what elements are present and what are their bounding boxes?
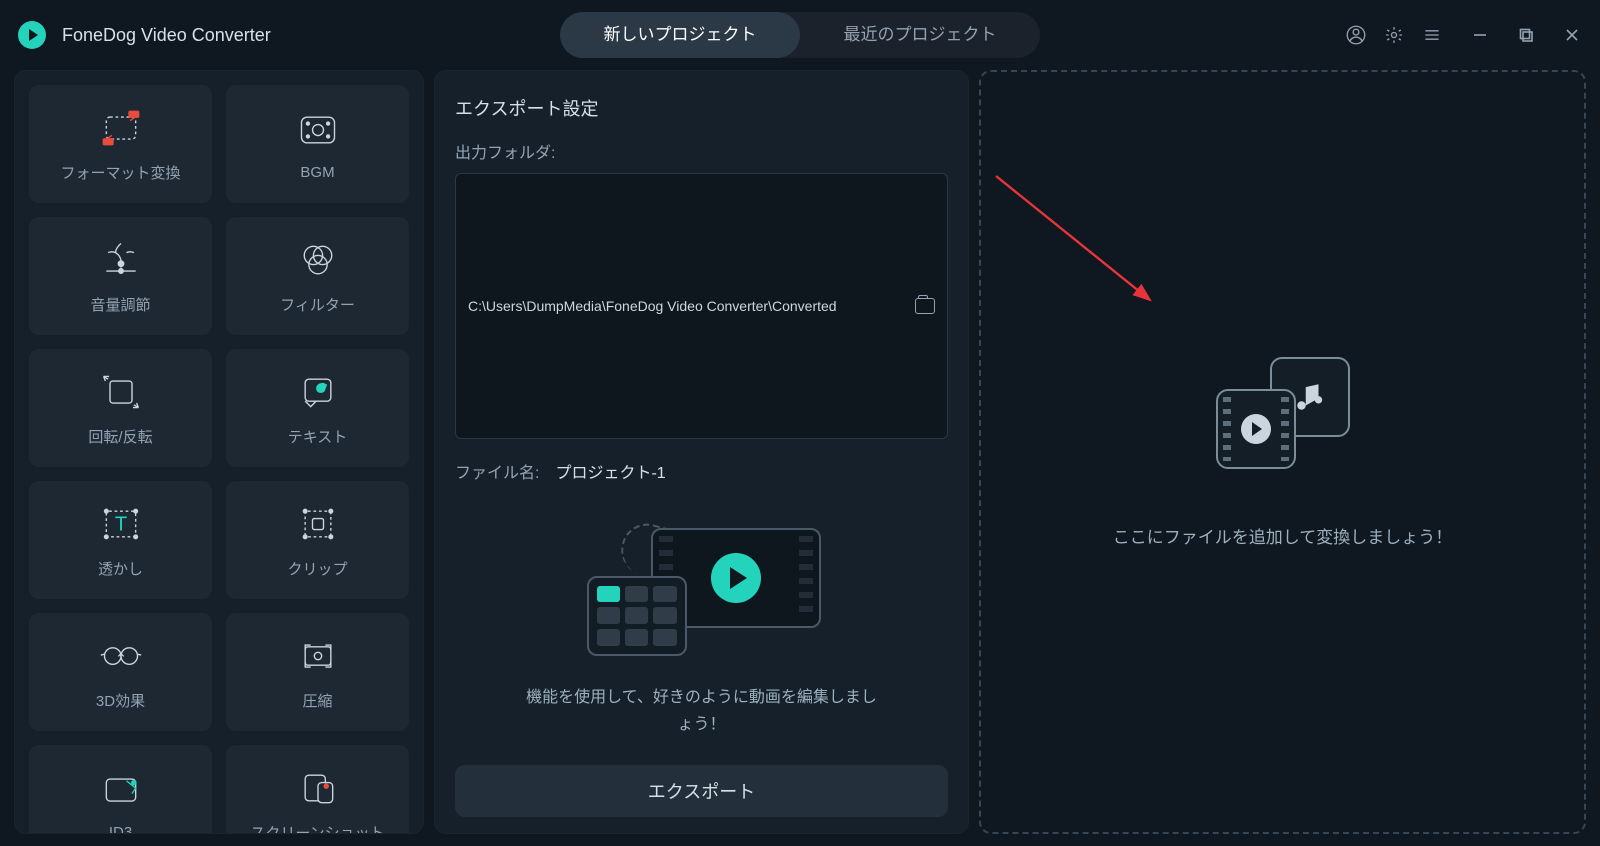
music-note-icon — [1293, 377, 1327, 417]
volume-icon — [99, 238, 143, 282]
screenshot-icon — [296, 766, 340, 810]
tool-label: 音量調節 — [90, 294, 150, 315]
window-maximize[interactable] — [1516, 25, 1536, 45]
tool-volume[interactable]: 音量調節 — [29, 217, 212, 335]
tool-label: ID3 — [109, 824, 132, 835]
export-button[interactable]: エクスポート — [455, 765, 948, 817]
glasses-3d-icon — [99, 634, 143, 678]
tool-label: フィルター — [280, 294, 355, 315]
export-settings-panel: エクスポート設定 出力フォルダ: C:\Users\DumpMedia\Fone… — [434, 70, 969, 834]
editor-placeholder: 機能を使用して、好きのように動画を編集しましょう！ — [455, 501, 948, 765]
play-mini-icon — [1241, 414, 1271, 444]
dropzone-illustration — [1216, 357, 1350, 469]
tool-rotate-flip[interactable]: 回転/反転 — [29, 349, 212, 467]
dropzone-text: ここにファイルを追加して変換しましょう！ — [1113, 523, 1453, 548]
file-dropzone[interactable]: ここにファイルを追加して変換しましょう！ — [979, 70, 1586, 834]
window-close[interactable] — [1562, 25, 1582, 45]
tool-compress[interactable]: 圧縮 — [226, 613, 409, 731]
svg-text:T: T — [114, 513, 126, 535]
tools-sidebar: フォーマット変換 BGM 音量調節 フィルター 回転/反転 — [14, 70, 424, 834]
tool-3d-effect[interactable]: 3D効果 — [29, 613, 212, 731]
tool-filter[interactable]: フィルター — [226, 217, 409, 335]
editor-illustration — [577, 528, 827, 658]
tool-label: 透かし — [98, 558, 143, 579]
tool-screenshot[interactable]: スクリーンショット — [226, 745, 409, 834]
tab-new-project[interactable]: 新しいプロジェクト — [560, 12, 800, 58]
filter-icon — [296, 238, 340, 282]
tool-label: スクリーンショット — [250, 822, 384, 835]
tool-clip[interactable]: クリップ — [226, 481, 409, 599]
tool-label: 回転/反転 — [88, 426, 152, 447]
app-title: FoneDog Video Converter — [62, 25, 271, 46]
text-icon — [296, 370, 340, 414]
tool-label: 圧縮 — [302, 690, 332, 711]
app-logo-icon — [18, 21, 46, 49]
export-settings-title: エクスポート設定 — [455, 95, 948, 121]
tool-watermark[interactable]: T 透かし — [29, 481, 212, 599]
tool-bgm[interactable]: BGM — [226, 85, 409, 203]
tool-label: 3D効果 — [96, 690, 145, 711]
account-icon[interactable] — [1344, 23, 1368, 47]
output-folder-path: C:\Users\DumpMedia\FoneDog Video Convert… — [468, 298, 905, 314]
rotate-flip-icon — [99, 370, 143, 414]
file-name-input[interactable] — [555, 462, 762, 480]
play-icon — [711, 553, 761, 603]
tab-recent-projects[interactable]: 最近のプロジェクト — [800, 12, 1040, 58]
watermark-icon: T — [99, 502, 143, 546]
output-folder-label: 出力フォルダ: — [455, 139, 948, 163]
gear-icon[interactable] — [1382, 23, 1406, 47]
tool-text[interactable]: テキスト — [226, 349, 409, 467]
window-minimize[interactable] — [1470, 25, 1490, 45]
tool-label: クリップ — [287, 558, 347, 579]
compress-icon — [296, 634, 340, 678]
file-name-label: ファイル名: — [455, 459, 539, 483]
menu-icon[interactable] — [1420, 23, 1444, 47]
bgm-icon — [296, 108, 340, 152]
clip-icon — [296, 502, 340, 546]
editor-placeholder-text: 機能を使用して、好きのように動画を編集しましょう！ — [522, 684, 882, 738]
tool-label: テキスト — [288, 426, 348, 447]
tool-format-convert[interactable]: フォーマット変換 — [29, 85, 212, 203]
tool-label: フォーマット変換 — [60, 162, 180, 183]
tool-id3[interactable]: ID3 — [29, 745, 212, 834]
id3-icon — [99, 768, 143, 812]
output-folder-field[interactable]: C:\Users\DumpMedia\FoneDog Video Convert… — [455, 173, 948, 439]
tool-label: BGM — [300, 164, 334, 181]
titlebar: FoneDog Video Converter 新しいプロジェクト 最近のプロジ… — [0, 0, 1600, 70]
project-tabs: 新しいプロジェクト 最近のプロジェクト — [560, 12, 1040, 58]
browse-folder-icon[interactable] — [915, 298, 935, 314]
format-convert-icon — [99, 106, 143, 150]
